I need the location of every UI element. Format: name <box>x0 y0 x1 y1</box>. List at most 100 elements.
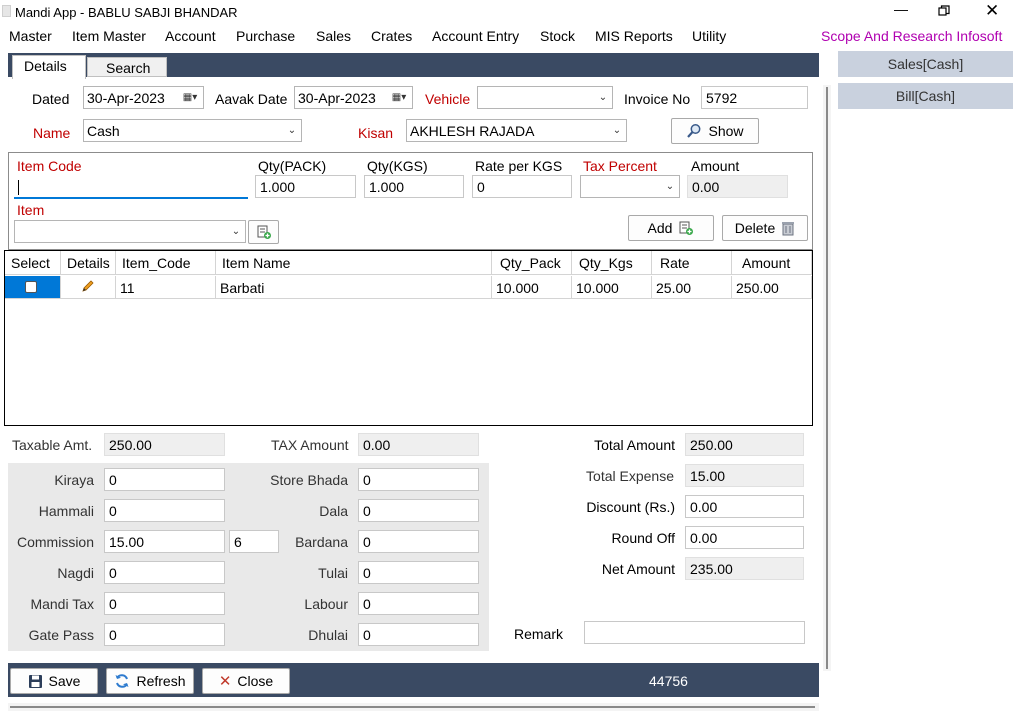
round-off-input[interactable] <box>685 526 804 549</box>
chevron-down-icon: ⌄ <box>598 92 608 103</box>
add-item-button[interactable] <box>248 220 279 244</box>
net-amount-input <box>685 557 804 580</box>
title-bar: Mandi App - BABLU SABJI BHANDAR — ✕ <box>0 0 1013 24</box>
delete-button[interactable]: Delete <box>722 215 808 241</box>
col-header-qty-kgs[interactable]: Qty_Kgs <box>572 251 652 275</box>
col-header-select[interactable]: Select <box>5 251 61 275</box>
col-header-qty-pack[interactable]: Qty_Pack <box>492 251 572 275</box>
tulai-input[interactable] <box>358 561 479 584</box>
refresh-button[interactable]: Refresh <box>106 668 194 694</box>
remark-input[interactable] <box>584 621 805 644</box>
dated-picker[interactable]: 30-Apr-2023 ▦▾ <box>83 86 204 109</box>
show-button-label: Show <box>708 123 744 139</box>
aavak-date-picker[interactable]: 30-Apr-2023 ▦▾ <box>294 86 413 109</box>
qty-kgs-input[interactable] <box>364 175 464 198</box>
row-rate: 25.00 <box>652 276 732 299</box>
menu-utility[interactable]: Utility <box>692 28 726 44</box>
gate-pass-input[interactable] <box>104 623 225 646</box>
discount-input[interactable] <box>685 495 804 518</box>
taxable-amt-input <box>104 433 225 456</box>
show-button[interactable]: Show <box>671 118 759 144</box>
col-header-rate[interactable]: Rate <box>652 251 732 275</box>
dhulai-input[interactable] <box>358 623 479 646</box>
add-button[interactable]: Add <box>628 215 714 241</box>
item-code-label: Item Code <box>17 158 82 174</box>
vertical-scrollbar-thumb[interactable] <box>826 87 828 669</box>
name-label: Name <box>33 125 71 141</box>
menu-sales[interactable]: Sales <box>316 28 351 44</box>
store-bhada-input[interactable] <box>358 468 479 491</box>
row-select-cell[interactable] <box>5 276 61 299</box>
window-title: Mandi App - BABLU SABJI BHANDAR <box>15 5 238 20</box>
nagdi-input[interactable] <box>104 561 225 584</box>
item-select[interactable]: ⌄ <box>14 220 246 243</box>
name-select[interactable]: Cash ⌄ <box>83 119 302 142</box>
menu-account[interactable]: Account <box>165 28 216 44</box>
row-checkbox[interactable] <box>25 281 37 293</box>
app-icon <box>2 5 11 17</box>
kisan-select[interactable]: AKHLESH RAJADA ⌄ <box>406 119 627 142</box>
brand-label: Scope And Research Infosoft <box>821 28 1003 44</box>
labour-input[interactable] <box>358 592 479 615</box>
menu-purchase[interactable]: Purchase <box>236 28 295 44</box>
menu-crates[interactable]: Crates <box>371 28 412 44</box>
dala-input[interactable] <box>358 499 479 522</box>
calendar-dropdown-icon[interactable]: ▦▾ <box>177 92 203 103</box>
rate-per-kgs-label: Rate per KGS <box>475 158 563 174</box>
rate-per-kgs-input[interactable] <box>472 175 572 198</box>
close-button-label: Close <box>237 673 274 689</box>
pencil-icon[interactable] <box>81 279 95 293</box>
vehicle-select[interactable]: ⌄ <box>477 86 613 109</box>
tulai-label: Tulai <box>318 565 348 581</box>
text-cursor <box>18 180 19 195</box>
close-window-icon[interactable]: ✕ <box>985 1 999 21</box>
sales-cash-button[interactable]: Sales[Cash] <box>838 51 1013 77</box>
tab-details[interactable]: Details <box>12 55 86 79</box>
horizontal-scrollbar[interactable] <box>8 703 819 711</box>
minimize-icon[interactable]: — <box>893 1 909 21</box>
save-button-label: Save <box>48 673 81 689</box>
save-button[interactable]: Save <box>10 668 98 694</box>
menu-stock[interactable]: Stock <box>540 28 575 44</box>
horizontal-scrollbar-thumb[interactable] <box>10 706 815 708</box>
menu-master[interactable]: Master <box>9 28 52 44</box>
kiraya-input[interactable] <box>104 468 225 491</box>
commission-input[interactable] <box>104 530 225 553</box>
trash-icon <box>782 222 795 236</box>
qty-kgs-label: Qty(KGS) <box>367 158 428 174</box>
invoice-no-input[interactable] <box>701 86 808 109</box>
col-header-details[interactable]: Details <box>61 251 116 275</box>
col-header-item-name[interactable]: Item Name <box>216 251 492 275</box>
chevron-down-icon: ⌄ <box>612 125 622 136</box>
mandi-tax-label: Mandi Tax <box>30 596 94 612</box>
bill-cash-label: Bill[Cash] <box>895 88 956 104</box>
calendar-dropdown-icon[interactable]: ▦▾ <box>386 92 412 103</box>
row-details-cell[interactable] <box>61 276 116 299</box>
refresh-button-label: Refresh <box>136 673 186 689</box>
mandi-tax-input[interactable] <box>104 592 225 615</box>
restore-icon[interactable] <box>938 4 950 16</box>
search-icon <box>687 124 701 138</box>
item-code-input[interactable] <box>14 176 248 199</box>
tax-percent-select[interactable]: ⌄ <box>580 175 680 198</box>
hammali-input[interactable] <box>104 499 225 522</box>
qty-pack-input[interactable] <box>255 175 356 198</box>
kisan-value: AKHLESH RAJADA <box>410 122 535 139</box>
menu-account-entry[interactable]: Account Entry <box>432 28 519 44</box>
chevron-down-icon: ⌄ <box>665 181 675 192</box>
menu-item-master[interactable]: Item Master <box>72 28 146 44</box>
col-header-item-code[interactable]: Item_Code <box>116 251 216 275</box>
close-button[interactable]: ✕ Close <box>202 668 290 694</box>
tab-search[interactable]: Search <box>87 57 167 77</box>
col-header-amount[interactable]: Amount <box>732 251 812 275</box>
total-expense-label: Total Expense <box>586 468 674 484</box>
bardana-label: Bardana <box>295 534 348 550</box>
dated-value: 30-Apr-2023 <box>87 89 165 106</box>
invoice-no-label: Invoice No <box>624 91 691 107</box>
bardana-input[interactable] <box>358 530 479 553</box>
vertical-scrollbar[interactable] <box>823 85 831 671</box>
aavak-date-value: 30-Apr-2023 <box>298 89 376 106</box>
menu-mis-reports[interactable]: MIS Reports <box>595 28 673 44</box>
bill-cash-button[interactable]: Bill[Cash] <box>838 83 1013 109</box>
discount-label: Discount (Rs.) <box>586 499 675 515</box>
